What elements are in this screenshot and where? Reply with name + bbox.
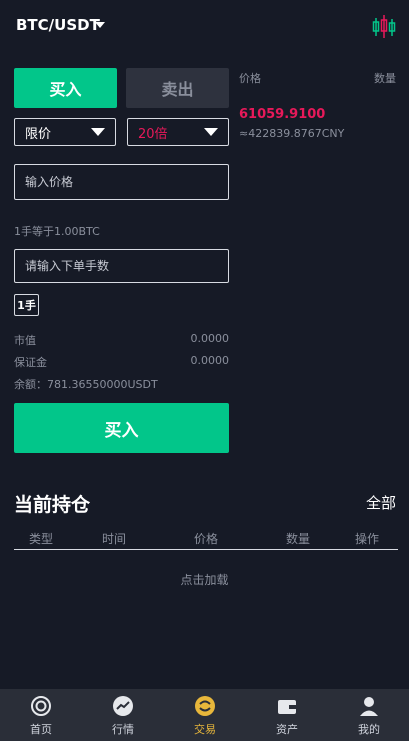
nav-profile-label: 我的 <box>358 723 380 736</box>
nav-home-label: 首页 <box>30 723 52 736</box>
trading-pair-selector[interactable]: BTC/USDT <box>16 16 100 34</box>
column-type: 类型 <box>29 532 54 546</box>
nav-assets-label: 资产 <box>276 723 298 736</box>
leverage-value: 20倍 <box>138 126 168 142</box>
chevron-down-icon[interactable] <box>95 22 105 28</box>
column-time: 时间 <box>102 532 127 546</box>
divider <box>14 549 398 550</box>
order-type-value: 限价 <box>25 126 52 142</box>
lots-input[interactable] <box>14 249 229 283</box>
last-price: 61059.9100 <box>239 107 326 122</box>
margin-value: 0.0000 <box>190 354 230 367</box>
load-more-link[interactable]: 点击加载 <box>0 571 409 588</box>
order-type-select[interactable]: 限价 <box>14 118 116 146</box>
nav-assets[interactable]: 资产 <box>246 689 328 741</box>
nav-trade-label: 交易 <box>194 723 216 736</box>
balance-text: 余额：781.36550000USDT <box>14 378 158 391</box>
market-value-label: 市值 <box>14 334 36 347</box>
nav-home[interactable]: 首页 <box>0 689 82 741</box>
home-icon <box>31 696 51 716</box>
positions-title: 当前持仓 <box>14 494 91 516</box>
price-input[interactable] <box>14 164 229 200</box>
margin-label: 保证金 <box>14 356 47 369</box>
column-price: 价格 <box>194 532 219 546</box>
market-value: 0.0000 <box>190 332 230 345</box>
dropdown-arrow-icon <box>91 128 105 136</box>
bottom-nav: 首页 行情 交易 资产 我的 <box>0 689 409 741</box>
quantity-column-header: 数量 <box>374 72 396 85</box>
candlestick-chart-icon[interactable] <box>372 14 396 40</box>
lot-info-text: 1手等于1.00BTC <box>14 225 100 238</box>
nav-profile[interactable]: 我的 <box>328 689 409 741</box>
submit-buy-button[interactable]: 买入 <box>14 403 229 453</box>
sell-tab[interactable]: 卖出 <box>126 68 229 108</box>
buy-tab[interactable]: 买入 <box>14 68 117 108</box>
nav-market-label: 行情 <box>112 723 134 736</box>
view-all-link[interactable]: 全部 <box>366 492 396 513</box>
nav-market[interactable]: 行情 <box>82 689 164 741</box>
leverage-select[interactable]: 20倍 <box>127 118 229 146</box>
dropdown-arrow-icon <box>204 128 218 136</box>
trade-icon <box>195 696 215 716</box>
price-column-header: 价格 <box>239 72 261 85</box>
lot-quick-button[interactable]: 1手 <box>14 294 39 316</box>
column-quantity: 数量 <box>286 532 311 546</box>
market-trend-icon <box>113 696 133 716</box>
column-action: 操作 <box>355 532 380 546</box>
nav-trade[interactable]: 交易 <box>164 689 246 741</box>
user-icon <box>360 697 378 716</box>
cny-price: ≈422839.8767CNY <box>239 127 345 140</box>
wallet-icon <box>278 700 296 714</box>
